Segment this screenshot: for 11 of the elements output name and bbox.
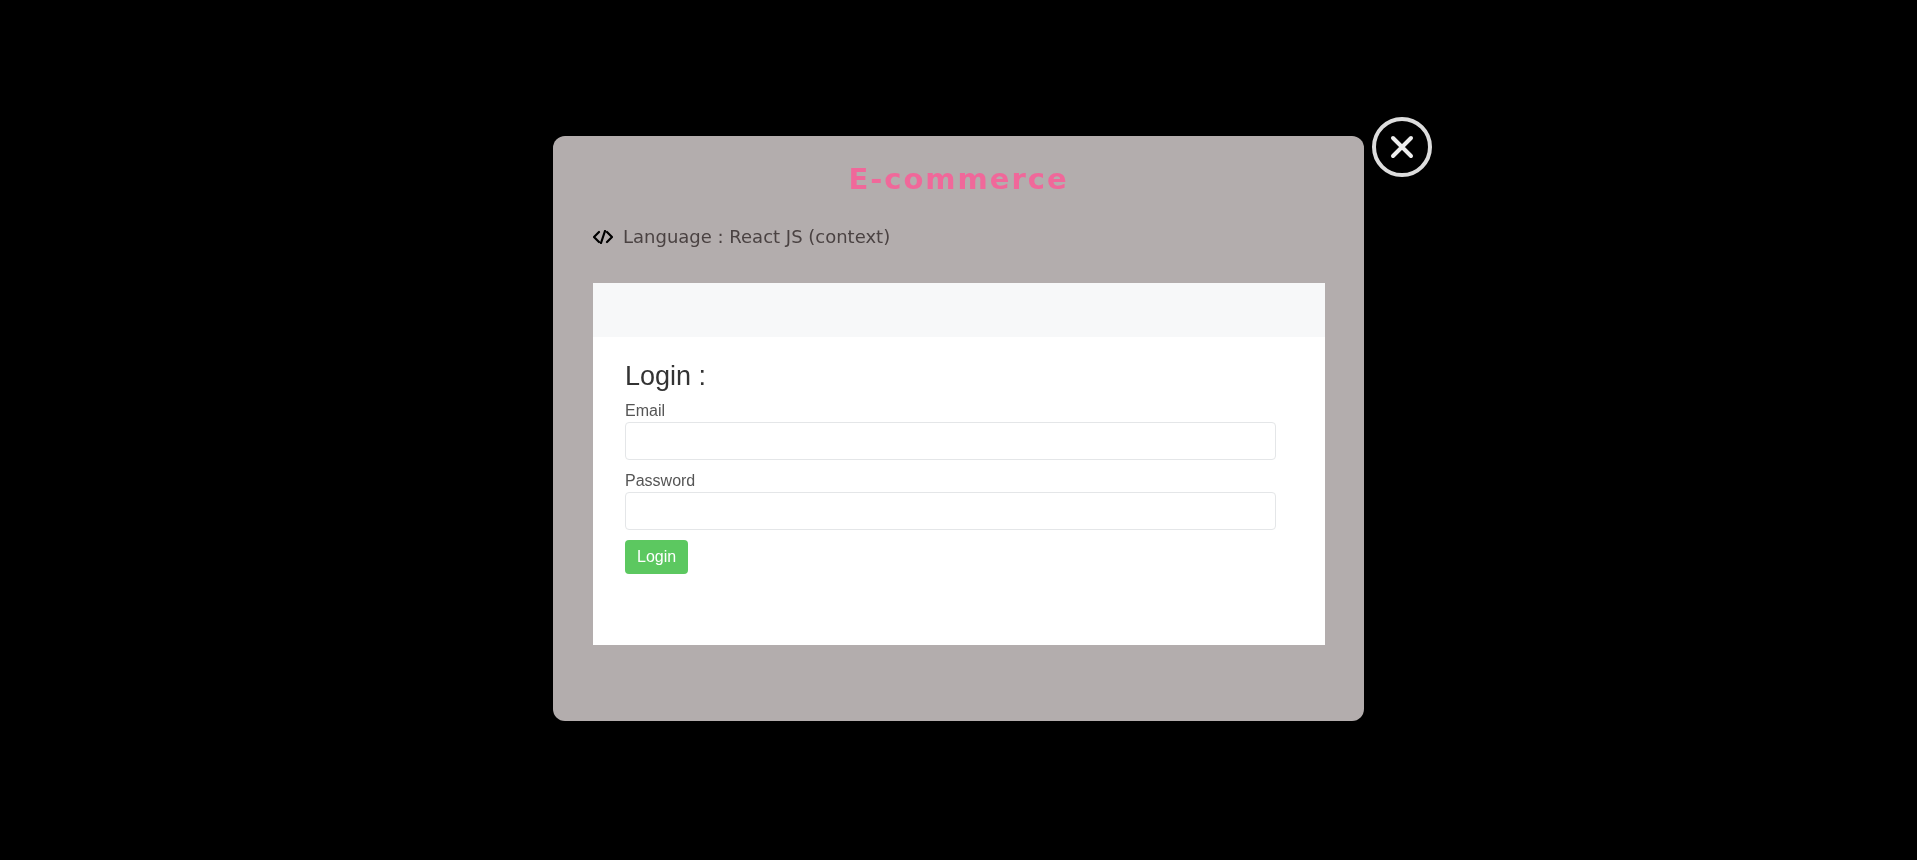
close-button[interactable] bbox=[1372, 117, 1432, 177]
close-icon bbox=[1389, 134, 1415, 160]
login-button[interactable]: Login bbox=[625, 540, 689, 574]
project-title: E-commerce bbox=[848, 162, 1069, 196]
input-field[interactable] bbox=[625, 422, 1276, 460]
field-label: Password bbox=[625, 472, 697, 490]
input-field[interactable] bbox=[625, 492, 1276, 530]
language-label: Language : React JS (context) bbox=[623, 226, 891, 247]
field-label: Email bbox=[625, 402, 666, 420]
login-heading: Login : bbox=[625, 361, 708, 392]
code-icon bbox=[593, 229, 613, 244]
